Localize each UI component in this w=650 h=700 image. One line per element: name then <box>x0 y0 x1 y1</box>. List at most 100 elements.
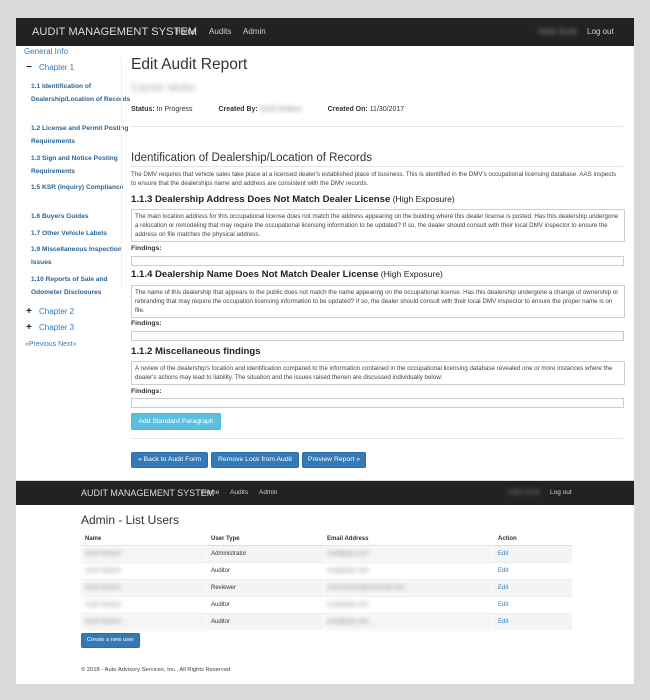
table-header-row: Name User Type Email Address Action <box>81 532 572 546</box>
column-header-user-type: User Type <box>207 532 323 546</box>
table-row: Scott Hodson Auditor scott@aas.com Edit <box>81 613 572 630</box>
user-email: scott.hodson@autoaudit.com <box>323 579 494 597</box>
footer-copyright: © 2018 - Auto Advisory Services, Inc., A… <box>81 667 231 673</box>
report-meta: Status: In Progress Created By: Scott Ho… <box>131 106 428 113</box>
edit-user-link[interactable]: Edit <box>498 585 508 591</box>
finding-title: 1.1.2 Miscellaneous findings <box>131 346 261 357</box>
user-email: scott@aas.com <box>323 596 494 614</box>
logout-link[interactable]: Log out <box>550 489 572 496</box>
user-name: Scott Hodson <box>81 545 207 563</box>
user-type: Reviewer <box>207 579 323 597</box>
nav-audits[interactable]: Audits <box>209 27 231 36</box>
top-navbar: AUDIT MANAGEMENT SYSTEM Home Audits Admi… <box>16 481 634 505</box>
page-title: Edit Audit Report <box>131 56 248 73</box>
nav-admin[interactable]: Admin <box>243 27 266 36</box>
remove-lock-button[interactable]: Remove Lock from Audit <box>211 452 299 468</box>
user-email: scott@aas.com <box>323 545 494 563</box>
user-name: Scott Hodson <box>81 562 207 580</box>
logout-link[interactable]: Log out <box>587 27 614 36</box>
column-header-action: Action <box>494 532 572 546</box>
nav-home[interactable]: Home <box>175 27 196 36</box>
plus-icon: + <box>26 306 32 317</box>
user-greeting[interactable]: Hello Scott <box>538 27 577 36</box>
sidebar-item-1-10[interactable]: 1.10 Reports of Sale and Odometer Disclo… <box>31 273 131 299</box>
findings-input[interactable] <box>131 256 624 266</box>
created-on-value: 11/30/2017 <box>369 106 405 113</box>
findings-input[interactable] <box>131 331 624 341</box>
divider <box>131 126 623 127</box>
divider <box>131 166 623 167</box>
column-header-email: Email Address <box>323 532 494 546</box>
edit-user-link[interactable]: Edit <box>498 602 508 608</box>
brand-link[interactable]: AUDIT MANAGEMENT SYSTEM <box>32 26 197 38</box>
sidebar-item-1-1[interactable]: 1.1 Identification of Dealership/Locatio… <box>31 80 131 106</box>
admin-title: Admin - List Users <box>81 513 180 527</box>
add-standard-paragraph-button[interactable]: Add Standard Paragraph <box>131 413 221 430</box>
sidebar-general-info[interactable]: General Info <box>24 47 68 56</box>
next-link[interactable]: Next» <box>58 341 76 348</box>
findings-label: Findings: <box>131 320 162 327</box>
findings-label: Findings: <box>131 388 162 395</box>
dealer-name: Carrier Motor <box>131 82 196 94</box>
user-name: Scott Hodson <box>81 613 207 630</box>
exposure-level: (High Exposure) <box>390 194 455 204</box>
divider <box>131 438 623 439</box>
status-label: Status: <box>131 106 155 113</box>
sidebar-pager: «Previous Next» <box>25 341 76 348</box>
finding-heading: 1.1.3 Dealership Address Does Not Match … <box>131 194 455 205</box>
edit-user-link[interactable]: Edit <box>498 551 508 557</box>
sidebar-item-1-5[interactable]: 1.5 KSR (Inquiry) Compliance <box>31 181 131 194</box>
previous-link[interactable]: «Previous <box>25 341 56 348</box>
finding-title: 1.1.4 Dealership Name Does Not Match Dea… <box>131 269 379 280</box>
users-table: Name User Type Email Address Action Scot… <box>81 532 572 630</box>
create-user-button[interactable]: Create a new user <box>81 633 140 648</box>
back-to-audit-form-button[interactable]: « Back to Audit Form <box>131 452 208 468</box>
nav-home[interactable]: Home <box>202 489 219 496</box>
sidebar-chapter-3[interactable]: + Chapter 3 <box>26 322 74 333</box>
sidebar-item-1-7[interactable]: 1.7 Other Vehicle Labels <box>31 227 131 240</box>
sidebar-item-1-9[interactable]: 1.9 Miscellaneous Inspection Issues <box>31 243 131 269</box>
preview-report-button[interactable]: Preview Report » <box>302 452 366 468</box>
user-name: Scott Hodson <box>81 579 207 597</box>
user-type: Auditor <box>207 613 323 630</box>
status-value: In Progress <box>156 106 193 113</box>
edit-user-link[interactable]: Edit <box>498 619 508 625</box>
sidebar-item-1-3[interactable]: 1.3 Sign and Notice Posting Requirements <box>31 152 131 178</box>
plus-icon: + <box>26 322 32 333</box>
exposure-level: (High Exposure) <box>378 269 443 279</box>
finding-text-box[interactable]: The main location address for this occup… <box>131 209 625 242</box>
top-navbar: AUDIT MANAGEMENT SYSTEM Home Audits Admi… <box>16 18 634 46</box>
findings-input[interactable] <box>131 398 624 408</box>
edit-audit-panel: AUDIT MANAGEMENT SYSTEM Home Audits Admi… <box>16 18 634 480</box>
user-greeting[interactable]: Hello Scott <box>508 489 539 496</box>
edit-user-link[interactable]: Edit <box>498 568 508 574</box>
sidebar-item-1-2[interactable]: 1.2 License and Permit Posting Requireme… <box>31 122 131 148</box>
section-title: Identification of Dealership/Location of… <box>131 152 373 164</box>
table-row: Scott Hodson Reviewer scott.hodson@autoa… <box>81 579 572 597</box>
brand-link[interactable]: AUDIT MANAGEMENT SYSTEM <box>81 488 214 498</box>
user-email: scott@aas.com <box>323 613 494 630</box>
nav-audits[interactable]: Audits <box>230 489 248 496</box>
table-row: Scott Hodson Auditor scott@aas.com Edit <box>81 596 572 614</box>
user-type: Auditor <box>207 596 323 614</box>
user-type: Auditor <box>207 562 323 580</box>
table-row: Scott Hodson Auditor scott@aas.com Edit <box>81 562 572 580</box>
chapter-label: Chapter 1 <box>39 63 75 72</box>
created-by-value: Scott Hodson <box>259 106 302 113</box>
created-by-label: Created By: <box>218 106 258 113</box>
finding-text-box[interactable]: A review of the dealership's location an… <box>131 361 625 385</box>
created-on-label: Created On: <box>327 106 368 113</box>
user-type: Administrator <box>207 545 323 563</box>
section-intro: The DMV requires that vehicle sales take… <box>131 171 617 187</box>
sidebar-chapter-2[interactable]: + Chapter 2 <box>26 306 74 317</box>
sidebar-chapter-1[interactable]: − Chapter 1 <box>26 62 74 73</box>
finding-heading: 1.1.2 Miscellaneous findings <box>131 346 261 357</box>
finding-text-box[interactable]: The name of this dealership that appears… <box>131 285 625 318</box>
nav-admin[interactable]: Admin <box>259 489 277 496</box>
admin-panel: AUDIT MANAGEMENT SYSTEM Home Audits Admi… <box>16 481 634 684</box>
column-header-name: Name <box>81 532 207 546</box>
sidebar-item-1-6[interactable]: 1.6 Buyers Guides <box>31 210 131 223</box>
findings-label: Findings: <box>131 245 162 252</box>
finding-heading: 1.1.4 Dealership Name Does Not Match Dea… <box>131 269 443 280</box>
chapter-label: Chapter 3 <box>39 323 75 332</box>
